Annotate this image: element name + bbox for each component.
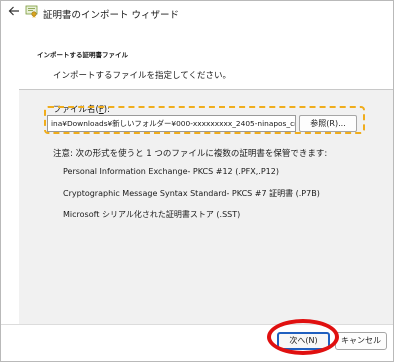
format-item-sst: Microsoft シリアル化された証明書ストア (.SST) [63, 210, 241, 219]
wizard-window: 証明書のインポート ウィザード インポートする証明書ファイル インポートするファ… [0, 0, 394, 362]
certificate-icon [25, 5, 38, 18]
file-name-label: ファイル名(F): [53, 105, 110, 115]
title-bar: 証明書のインポート ウィザード [1, 1, 393, 27]
section-description: インポートするファイルを指定してください。 [53, 71, 231, 81]
section-title: インポートする証明書ファイル [37, 51, 128, 59]
format-note: 注意: 次の形式を使うと 1 つのファイルに複数の証明書を保管できます: [53, 149, 328, 159]
cancel-button[interactable]: キャンセル [335, 332, 387, 350]
file-name-input[interactable]: ina¥Downloads¥新しいフォルダー¥000-xxxxxxxxx_240… [47, 115, 296, 132]
format-item-p7b: Cryptographic Message Syntax Standard- P… [63, 189, 320, 198]
browse-button[interactable]: 参照(R)... [299, 115, 357, 132]
next-button[interactable]: 次へ(N) [277, 332, 330, 350]
format-item-pfx: Personal Information Exchange- PKCS #12 … [63, 167, 279, 176]
window-title: 証明書のインポート ウィザード [43, 10, 180, 21]
back-arrow-icon[interactable] [7, 4, 21, 18]
footer-divider [1, 324, 393, 325]
